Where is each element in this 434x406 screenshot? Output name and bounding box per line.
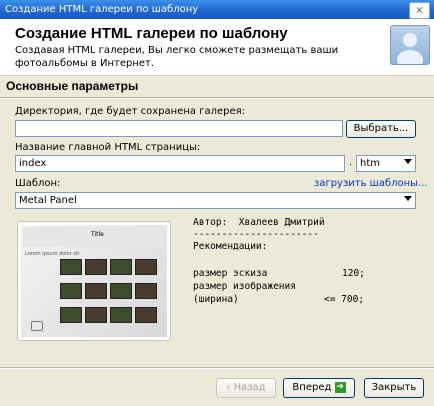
wizard-title: Создание HTML галереи по шаблону	[15, 25, 288, 42]
user-avatar-icon	[390, 25, 430, 65]
template-value: Metal Panel	[19, 195, 77, 206]
image-size-label: размер изображения	[193, 281, 296, 292]
thumb-size-label: размер эскиза	[193, 268, 268, 279]
close-button[interactable]: Закрыть	[364, 378, 424, 398]
back-button-label: Назад	[233, 382, 266, 393]
template-preview-image: Title Lorem ipsum dolor sit	[21, 225, 167, 337]
back-arrow-icon: ‹	[226, 382, 231, 393]
preview-thumbnail	[110, 259, 132, 275]
preview-thumbnail	[60, 259, 82, 275]
author-line: Автор: Хвалеев Дмитрий	[193, 217, 325, 228]
thumb-size-value: 120;	[342, 268, 365, 279]
preview-caption: Lorem ipsum dolor sit	[25, 251, 80, 257]
width-label: (ширина)	[193, 294, 239, 305]
next-button-label: Вперед	[292, 382, 332, 393]
preview-thumbnail	[60, 283, 82, 299]
preview-thumbnail	[85, 283, 107, 299]
chevron-down-icon[interactable]	[404, 159, 412, 164]
preview-camera-icon	[31, 321, 43, 331]
footer-divider	[0, 367, 434, 369]
window-titlebar: Создание HTML галереи по шаблону ×	[0, 0, 434, 19]
window-title: Создание HTML галереи по шаблону	[5, 4, 199, 15]
next-arrow-icon: ➔	[334, 381, 346, 393]
directory-input[interactable]	[15, 120, 343, 137]
preview-title: Title	[91, 231, 104, 238]
width-value: <= 700;	[324, 294, 365, 305]
next-button[interactable]: Вперед ➔	[283, 378, 355, 398]
close-window-button[interactable]: ×	[409, 2, 430, 19]
extension-dot: .	[349, 157, 353, 168]
preview-thumbnail	[135, 283, 157, 299]
page-name-input[interactable]: index	[15, 155, 345, 172]
extension-value: htm	[360, 158, 380, 169]
section-divider	[0, 97, 434, 99]
directory-label: Директория, где будет сохранена галерея:	[15, 106, 246, 117]
extension-select[interactable]: htm	[356, 155, 416, 172]
preview-thumbnail	[85, 307, 107, 323]
wizard-subtitle: Создавая HTML галереи, Вы легко сможете …	[15, 45, 339, 69]
back-button[interactable]: ‹ Назад	[216, 378, 276, 398]
preview-thumbnail	[85, 259, 107, 275]
info-separator: ----------------------	[193, 229, 319, 240]
load-templates-link[interactable]: загрузить шаблоны...	[314, 178, 428, 189]
template-select[interactable]: Metal Panel	[15, 192, 416, 209]
template-preview: Title Lorem ipsum dolor sit	[17, 221, 171, 341]
preview-thumbnail	[135, 259, 157, 275]
wizard-header: Создание HTML галереи по шаблону Создава…	[0, 19, 434, 76]
section-title: Основные параметры	[6, 79, 139, 93]
preview-thumbnail	[135, 307, 157, 323]
preview-thumbnail	[60, 307, 82, 323]
preview-thumbnail	[110, 307, 132, 323]
preview-thumbnail	[110, 283, 132, 299]
page-name-label: Название главной HTML страницы:	[15, 142, 201, 153]
browse-button[interactable]: Выбрать...	[346, 120, 416, 138]
recommendations-heading: Рекомендации:	[193, 241, 268, 252]
template-label: Шаблон:	[15, 178, 61, 189]
chevron-down-icon[interactable]	[404, 196, 412, 201]
